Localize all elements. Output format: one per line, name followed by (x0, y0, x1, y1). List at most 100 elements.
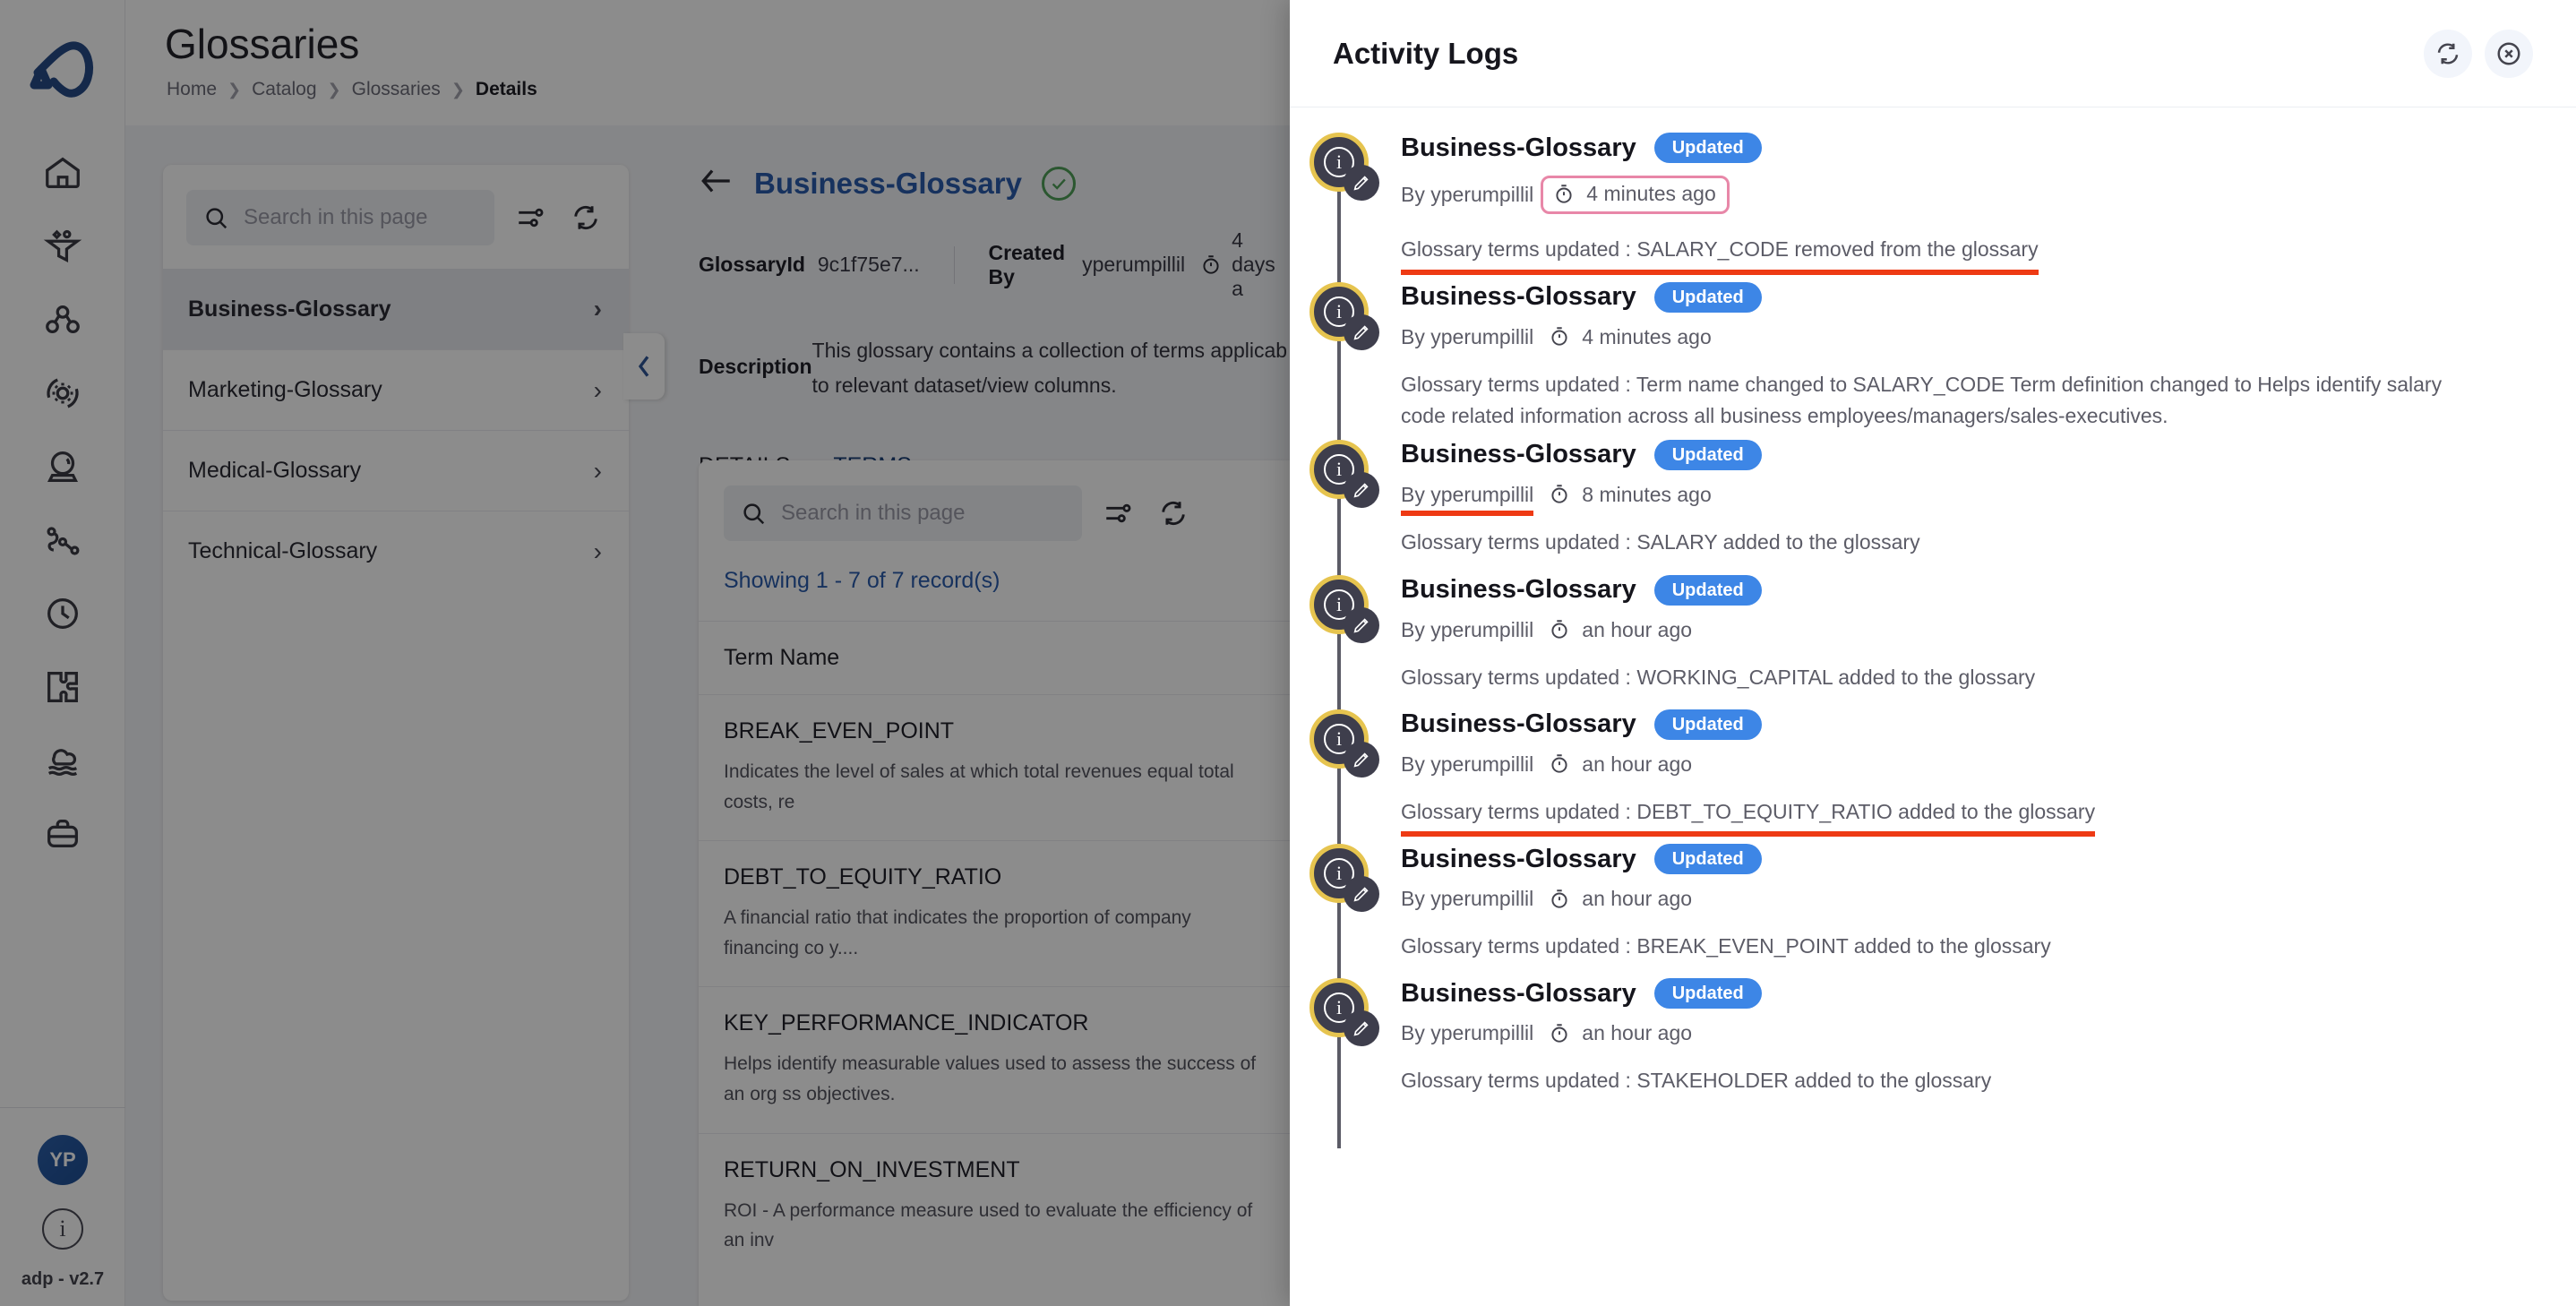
back-arrow-icon[interactable] (699, 165, 734, 202)
refresh-icon[interactable] (2424, 29, 2472, 78)
activity-log-entry[interactable]: i Business-Glossary Updated By yperumpil… (1290, 978, 2576, 1149)
activity-time: 4 minutes ago (1586, 182, 1716, 205)
activity-author: By yperumpillil (1401, 325, 1533, 349)
activity-marker: i (1309, 844, 1379, 913)
status-badge: Updated (1653, 281, 1762, 313)
activity-log-description: Glossary terms updated : SALARY added to… (1401, 529, 1920, 554)
term-name: DEBT_TO_EQUITY_RATIO (724, 864, 1002, 890)
filter-settings-icon[interactable] (511, 198, 550, 237)
crystal-ball-icon (47, 451, 78, 482)
detail-header: Business-Glossary (670, 165, 1290, 202)
table-row[interactable]: RETURN_ON_INVESTMENT ROI - A performance… (699, 1132, 1290, 1279)
sidebar-item-pipelines[interactable] (0, 210, 125, 283)
activity-logs-actions (2424, 29, 2533, 78)
clock-icon (1199, 253, 1223, 277)
app-version: adp - v2.7 (21, 1269, 105, 1289)
search-input[interactable]: Search in this page (186, 190, 494, 245)
activity-log-entry[interactable]: i Business-Glossary Updated By yperumpil… (1290, 281, 2576, 454)
pencil-icon (1344, 606, 1379, 643)
table-row[interactable]: KEY_PERFORMANCE_INDICATOR Helps identify… (699, 986, 1290, 1132)
info-icon[interactable]: i (42, 1208, 83, 1250)
sidebar-item-insights[interactable] (0, 430, 125, 503)
close-icon[interactable] (2485, 29, 2533, 78)
sidebar-item-schedules[interactable] (0, 577, 125, 650)
activity-author-name: yperumpillil (1430, 752, 1534, 776)
term-name: BREAK_EVEN_POINT (724, 718, 955, 743)
sidebar-item-home[interactable] (0, 136, 125, 210)
activity-author: By yperumpillil (1401, 482, 1534, 516)
clock-icon (1552, 183, 1576, 206)
created-ago: 4 days a (1232, 228, 1275, 300)
pencil-icon (1344, 471, 1379, 508)
glossary-item-label: Technical-Glossary (188, 538, 378, 563)
activity-log-entry[interactable]: i Business-Glossary Updated By yperumpil… (1290, 844, 2576, 993)
activity-time: 4 minutes ago (1582, 324, 1712, 348)
activity-log-top: Business-Glossary Updated (1401, 844, 2576, 875)
terms-search-input[interactable]: Search in this page (724, 485, 1082, 541)
activity-log-top: Business-Glossary Updated (1401, 133, 2576, 163)
detail-title[interactable]: Business-Glossary (754, 167, 1022, 201)
clock-icon (1548, 888, 1571, 911)
avatar[interactable]: YP (38, 1135, 88, 1185)
activity-marker: i (1309, 574, 1379, 643)
activity-entity-name: Business-Glossary (1401, 133, 1636, 162)
pencil-icon (1344, 165, 1379, 201)
activity-log-meta: By yperumpillil 8 minutes ago (1401, 482, 2576, 516)
terms-refresh-icon[interactable] (1154, 494, 1193, 533)
activity-time: 8 minutes ago (1582, 482, 1712, 506)
page-content: Search in this page Business-Glossary › … (125, 125, 1290, 1306)
activity-logs-timeline: i Business-Glossary Updated By yperumpil… (1290, 107, 2576, 1306)
chevron-right-icon: › (593, 375, 602, 404)
clock-icon (1548, 618, 1571, 641)
activity-log-entry[interactable]: i Business-Glossary Updated By yperumpil… (1290, 574, 2576, 724)
breadcrumb-glossaries[interactable]: Glossaries (352, 79, 441, 100)
activity-log-description: Glossary terms updated : SALARY_CODE rem… (1401, 234, 2039, 275)
clock-icon (1548, 483, 1571, 506)
glossary-item-label: Medical-Glossary (188, 458, 362, 483)
activity-marker: i (1309, 133, 1379, 201)
sidebar-item-integrations[interactable] (0, 650, 125, 724)
glossary-detail-pane: Business-Glossary GlossaryId 9c1f75e7...… (670, 165, 1290, 1306)
left-nav-rail: YP i adp - v2.7 (0, 0, 125, 1306)
activity-author-name: yperumpillil (1430, 887, 1534, 911)
annotation-highlight-box: 4 minutes ago (1541, 176, 1730, 214)
sidebar-item-workflows[interactable] (0, 503, 125, 577)
glossary-item-label: Business-Glossary (188, 296, 391, 322)
activity-log-description: Glossary terms updated : WORKING_CAPITAL… (1401, 665, 2036, 689)
refresh-icon[interactable] (566, 198, 605, 237)
terms-filter-settings-icon[interactable] (1098, 494, 1138, 533)
table-row[interactable]: DEBT_TO_EQUITY_RATIO A financial ratio t… (699, 840, 1290, 986)
created-by-label: Created By (988, 240, 1066, 288)
activity-author: By yperumpillil (1401, 752, 1533, 777)
status-badge: Updated (1653, 978, 1762, 1010)
activity-log-description: Glossary terms updated : STAKEHOLDER add… (1401, 1069, 1992, 1093)
activity-entity-name: Business-Glossary (1401, 282, 1636, 312)
breadcrumb-catalog[interactable]: Catalog (252, 79, 316, 100)
collapse-panel-button[interactable] (623, 333, 665, 400)
activity-log-description-wrap: Glossary terms updated : SALARY_CODE rem… (1401, 234, 2458, 275)
activity-log-entry[interactable]: i Business-Glossary Updated By yperumpil… (1290, 439, 2576, 589)
sidebar-item-operations[interactable] (0, 357, 125, 430)
chevron-left-icon (638, 356, 649, 377)
chevron-right-icon: › (593, 456, 602, 485)
activity-log-entry[interactable]: i Business-Glossary Updated By yperumpil… (1290, 133, 2576, 296)
sidebar-item-cloud[interactable] (0, 724, 125, 797)
activity-author-prefix: By (1401, 482, 1431, 506)
activity-log-description: Glossary terms updated : DEBT_TO_EQUITY_… (1401, 796, 2096, 837)
sidebar-item-catalog[interactable] (0, 797, 125, 871)
record-count: Showing 1 - 7 of 7 record(s) (724, 568, 1000, 593)
glossary-item-marketing[interactable]: Marketing-Glossary › (163, 349, 629, 430)
glossary-item-medical[interactable]: Medical-Glossary › (163, 430, 629, 511)
sidebar-item-lineage[interactable] (0, 283, 125, 357)
status-badge: Updated (1653, 844, 1762, 875)
breadcrumb-home[interactable]: Home (167, 79, 217, 100)
activity-author-name: yperumpillil (1430, 183, 1534, 206)
rail-icon-list (0, 136, 125, 871)
activity-log-entry[interactable]: i Business-Glossary Updated By yperumpil… (1290, 709, 2576, 859)
puzzle-icon (47, 672, 78, 702)
glossary-item-business[interactable]: Business-Glossary › (163, 269, 629, 349)
table-row[interactable]: BREAK_EVEN_POINT Indicates the level of … (699, 694, 1290, 840)
glossary-item-technical[interactable]: Technical-Glossary › (163, 511, 629, 591)
table-column-header: Term Name (699, 621, 1290, 694)
search-icon (743, 503, 765, 525)
